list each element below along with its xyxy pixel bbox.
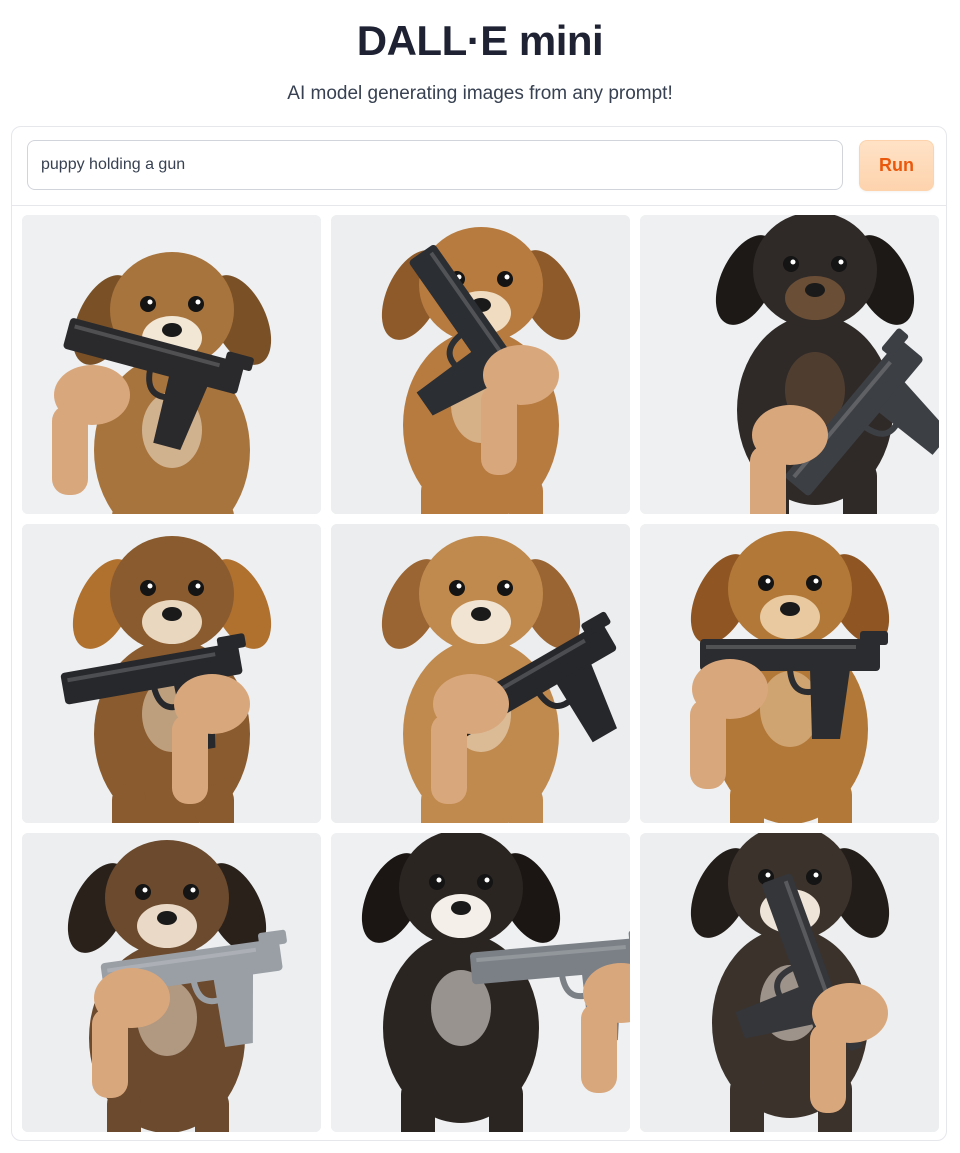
puppy-image-illustration xyxy=(22,833,321,1132)
puppy-image-illustration xyxy=(331,215,630,514)
puppy-image-illustration xyxy=(640,524,939,823)
generated-image[interactable] xyxy=(331,215,630,514)
puppy-image-illustration xyxy=(22,524,321,823)
prompt-bar: Run xyxy=(12,127,946,206)
main-panel: Run xyxy=(11,126,947,1141)
puppy-image-illustration xyxy=(640,215,939,514)
generated-image[interactable] xyxy=(640,215,939,514)
app-subtitle: AI model generating images from any prom… xyxy=(287,83,673,104)
puppy-image-illustration xyxy=(331,833,630,1132)
generated-image[interactable] xyxy=(22,215,321,514)
run-button[interactable]: Run xyxy=(859,140,934,191)
puppy-image-illustration xyxy=(640,833,939,1132)
generated-image[interactable] xyxy=(640,833,939,1132)
generated-image[interactable] xyxy=(22,833,321,1132)
app-title: DALL·E mini xyxy=(356,17,604,64)
generated-image[interactable] xyxy=(640,524,939,823)
generated-image[interactable] xyxy=(22,524,321,823)
generated-image[interactable] xyxy=(331,833,630,1132)
puppy-image-illustration xyxy=(22,215,321,514)
prompt-input[interactable] xyxy=(27,140,843,190)
image-gallery xyxy=(22,215,940,1133)
generated-image[interactable] xyxy=(331,524,630,823)
puppy-image-illustration xyxy=(331,524,630,823)
